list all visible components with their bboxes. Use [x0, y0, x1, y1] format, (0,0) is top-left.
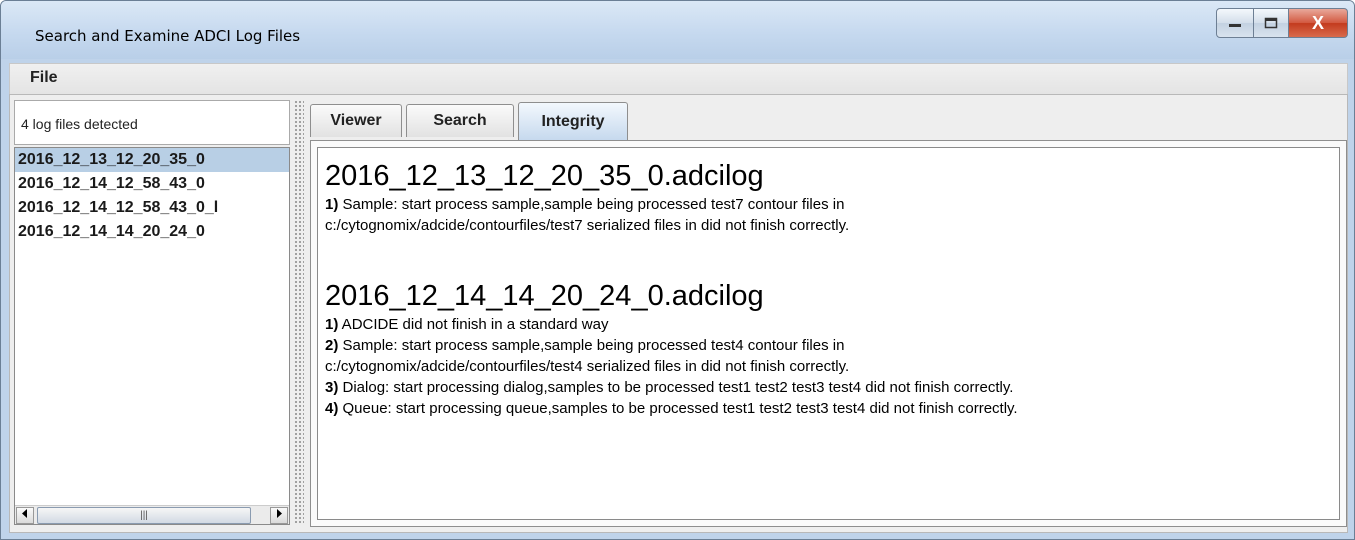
scroll-left-button[interactable] — [16, 507, 34, 524]
close-icon: X — [1311, 12, 1324, 33]
file-list-item[interactable]: 2016_12_14_12_58_43_0_l — [15, 196, 289, 220]
menu-bar: File — [9, 63, 1348, 95]
report-document: 2016_12_13_12_20_35_0.adcilog 1) Sample:… — [318, 148, 1339, 419]
integrity-report[interactable]: 2016_12_13_12_20_35_0.adcilog 1) Sample:… — [317, 147, 1340, 520]
report-line: 4) Queue: start processing queue,samples… — [325, 400, 1018, 417]
tab-viewer[interactable]: Viewer — [310, 104, 402, 137]
report-line: 2) Sample: start process sample,sample b… — [325, 337, 845, 354]
arrow-right-icon — [277, 509, 282, 518]
file-list-item[interactable]: 2016_12_14_12_58_43_0 — [15, 172, 289, 196]
maximize-button[interactable] — [1254, 8, 1289, 38]
integrity-panel: 2016_12_13_12_20_35_0.adcilog 1) Sample:… — [310, 140, 1347, 527]
report-line: 3) Dialog: start processing dialog,sampl… — [325, 379, 1014, 396]
tab-search[interactable]: Search — [406, 104, 514, 137]
tab-integrity[interactable]: Integrity — [518, 102, 628, 140]
title-bar[interactable]: Search and Examine ADCI Log Files X — [1, 1, 1354, 59]
report-heading: 2016_12_14_14_20_24_0.adcilog — [325, 280, 764, 312]
close-button[interactable]: X — [1289, 8, 1348, 38]
file-count-label: 4 log files detected — [14, 100, 290, 145]
horizontal-scrollbar[interactable]: ||| — [15, 505, 289, 524]
file-list[interactable]: 2016_12_13_12_20_35_0 2016_12_14_12_58_4… — [14, 147, 290, 525]
window-controls: X — [1216, 8, 1348, 38]
menu-file[interactable]: File — [30, 69, 58, 87]
minimize-icon — [1229, 24, 1241, 27]
file-list-item[interactable]: 2016_12_14_14_20_24_0 — [15, 220, 289, 244]
report-heading: 2016_12_13_12_20_35_0.adcilog — [325, 160, 764, 192]
file-list-item[interactable]: 2016_12_13_12_20_35_0 — [15, 148, 289, 172]
scroll-right-button[interactable] — [270, 507, 288, 524]
maximize-icon — [1264, 17, 1278, 29]
report-line: c:/cytognomix/adcide/contourfiles/test7 … — [325, 217, 850, 234]
file-list-pane: 4 log files detected 2016_12_13_12_20_35… — [14, 100, 290, 525]
split-pane-divider[interactable] — [294, 100, 304, 525]
minimize-button[interactable] — [1216, 8, 1254, 38]
report-line: c:/cytognomix/adcide/contourfiles/test4 … — [325, 358, 850, 375]
scroll-thumb[interactable]: ||| — [37, 507, 251, 524]
report-line: 1) ADCIDE did not finish in a standard w… — [325, 316, 609, 333]
window-title: Search and Examine ADCI Log Files — [35, 27, 301, 45]
report-line: 1) Sample: start process sample,sample b… — [325, 196, 845, 213]
arrow-left-icon — [22, 509, 27, 518]
